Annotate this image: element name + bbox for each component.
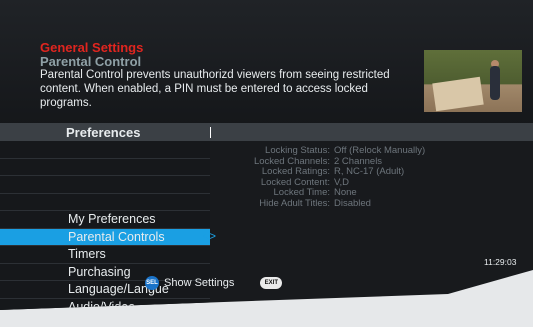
preferences-label: Preferences [66, 125, 141, 140]
menu-item-label: Timers [68, 247, 106, 261]
menu-row-empty [0, 141, 210, 159]
detail-value: Disabled [334, 197, 371, 209]
menu-item-parental-controls[interactable]: Parental Controls <> [0, 228, 216, 246]
menu-row-empty [0, 158, 210, 176]
detail-key: Locking Status: [265, 145, 330, 156]
tv-screen: General Settings Parental Control Parent… [0, 0, 533, 314]
show-settings-label: Show Settings [164, 277, 235, 289]
video-thumbnail [424, 50, 522, 112]
chevron-left-right-icon: <> [202, 228, 217, 243]
menu-item-label: Parental Controls [68, 229, 165, 244]
detail-value: Off (Relock Manually) [334, 145, 426, 156]
detail-key: Hide Adult Titles: [259, 197, 330, 209]
section-description: Parental Control prevents unauthorizd vi… [40, 69, 390, 109]
menu-row-empty [0, 193, 210, 211]
menu-item-label: Purchasing [68, 264, 131, 279]
exit-button-icon[interactable]: EXIT [260, 277, 283, 289]
thumbnail-board [432, 76, 484, 112]
menu-row-empty [0, 176, 210, 194]
menu-item-audio-video[interactable]: Audio/Video [0, 298, 210, 314]
menu-item-label: Audio/Video [68, 299, 136, 314]
detail-row-locking-status: Locking Status: Off (Relock Manually) [214, 145, 454, 157]
sel-button-icon[interactable]: SEL [145, 276, 159, 290]
menu-item-label: My Preferences [68, 212, 156, 226]
preferences-bar: Preferences [0, 123, 533, 141]
menu-item-my-preferences[interactable]: My Preferences [0, 211, 210, 229]
page-title: General Settings [40, 40, 144, 55]
parental-control-details: Locking Status: Off (Relock Manually) Loc… [214, 145, 454, 210]
menu-item-timers[interactable]: Timers [0, 246, 210, 264]
thumbnail-person [490, 66, 500, 100]
section-title: Parental Control [40, 54, 142, 69]
header: General Settings Parental Control Parent… [0, 0, 533, 126]
clock: 11:29:03 [484, 257, 517, 267]
text-cursor [210, 127, 211, 138]
detail-row-hide-adult-titles: Hide Adult Titles: Disabled [214, 197, 454, 210]
footer-hints: SEL Show Settings EXIT [145, 276, 283, 290]
